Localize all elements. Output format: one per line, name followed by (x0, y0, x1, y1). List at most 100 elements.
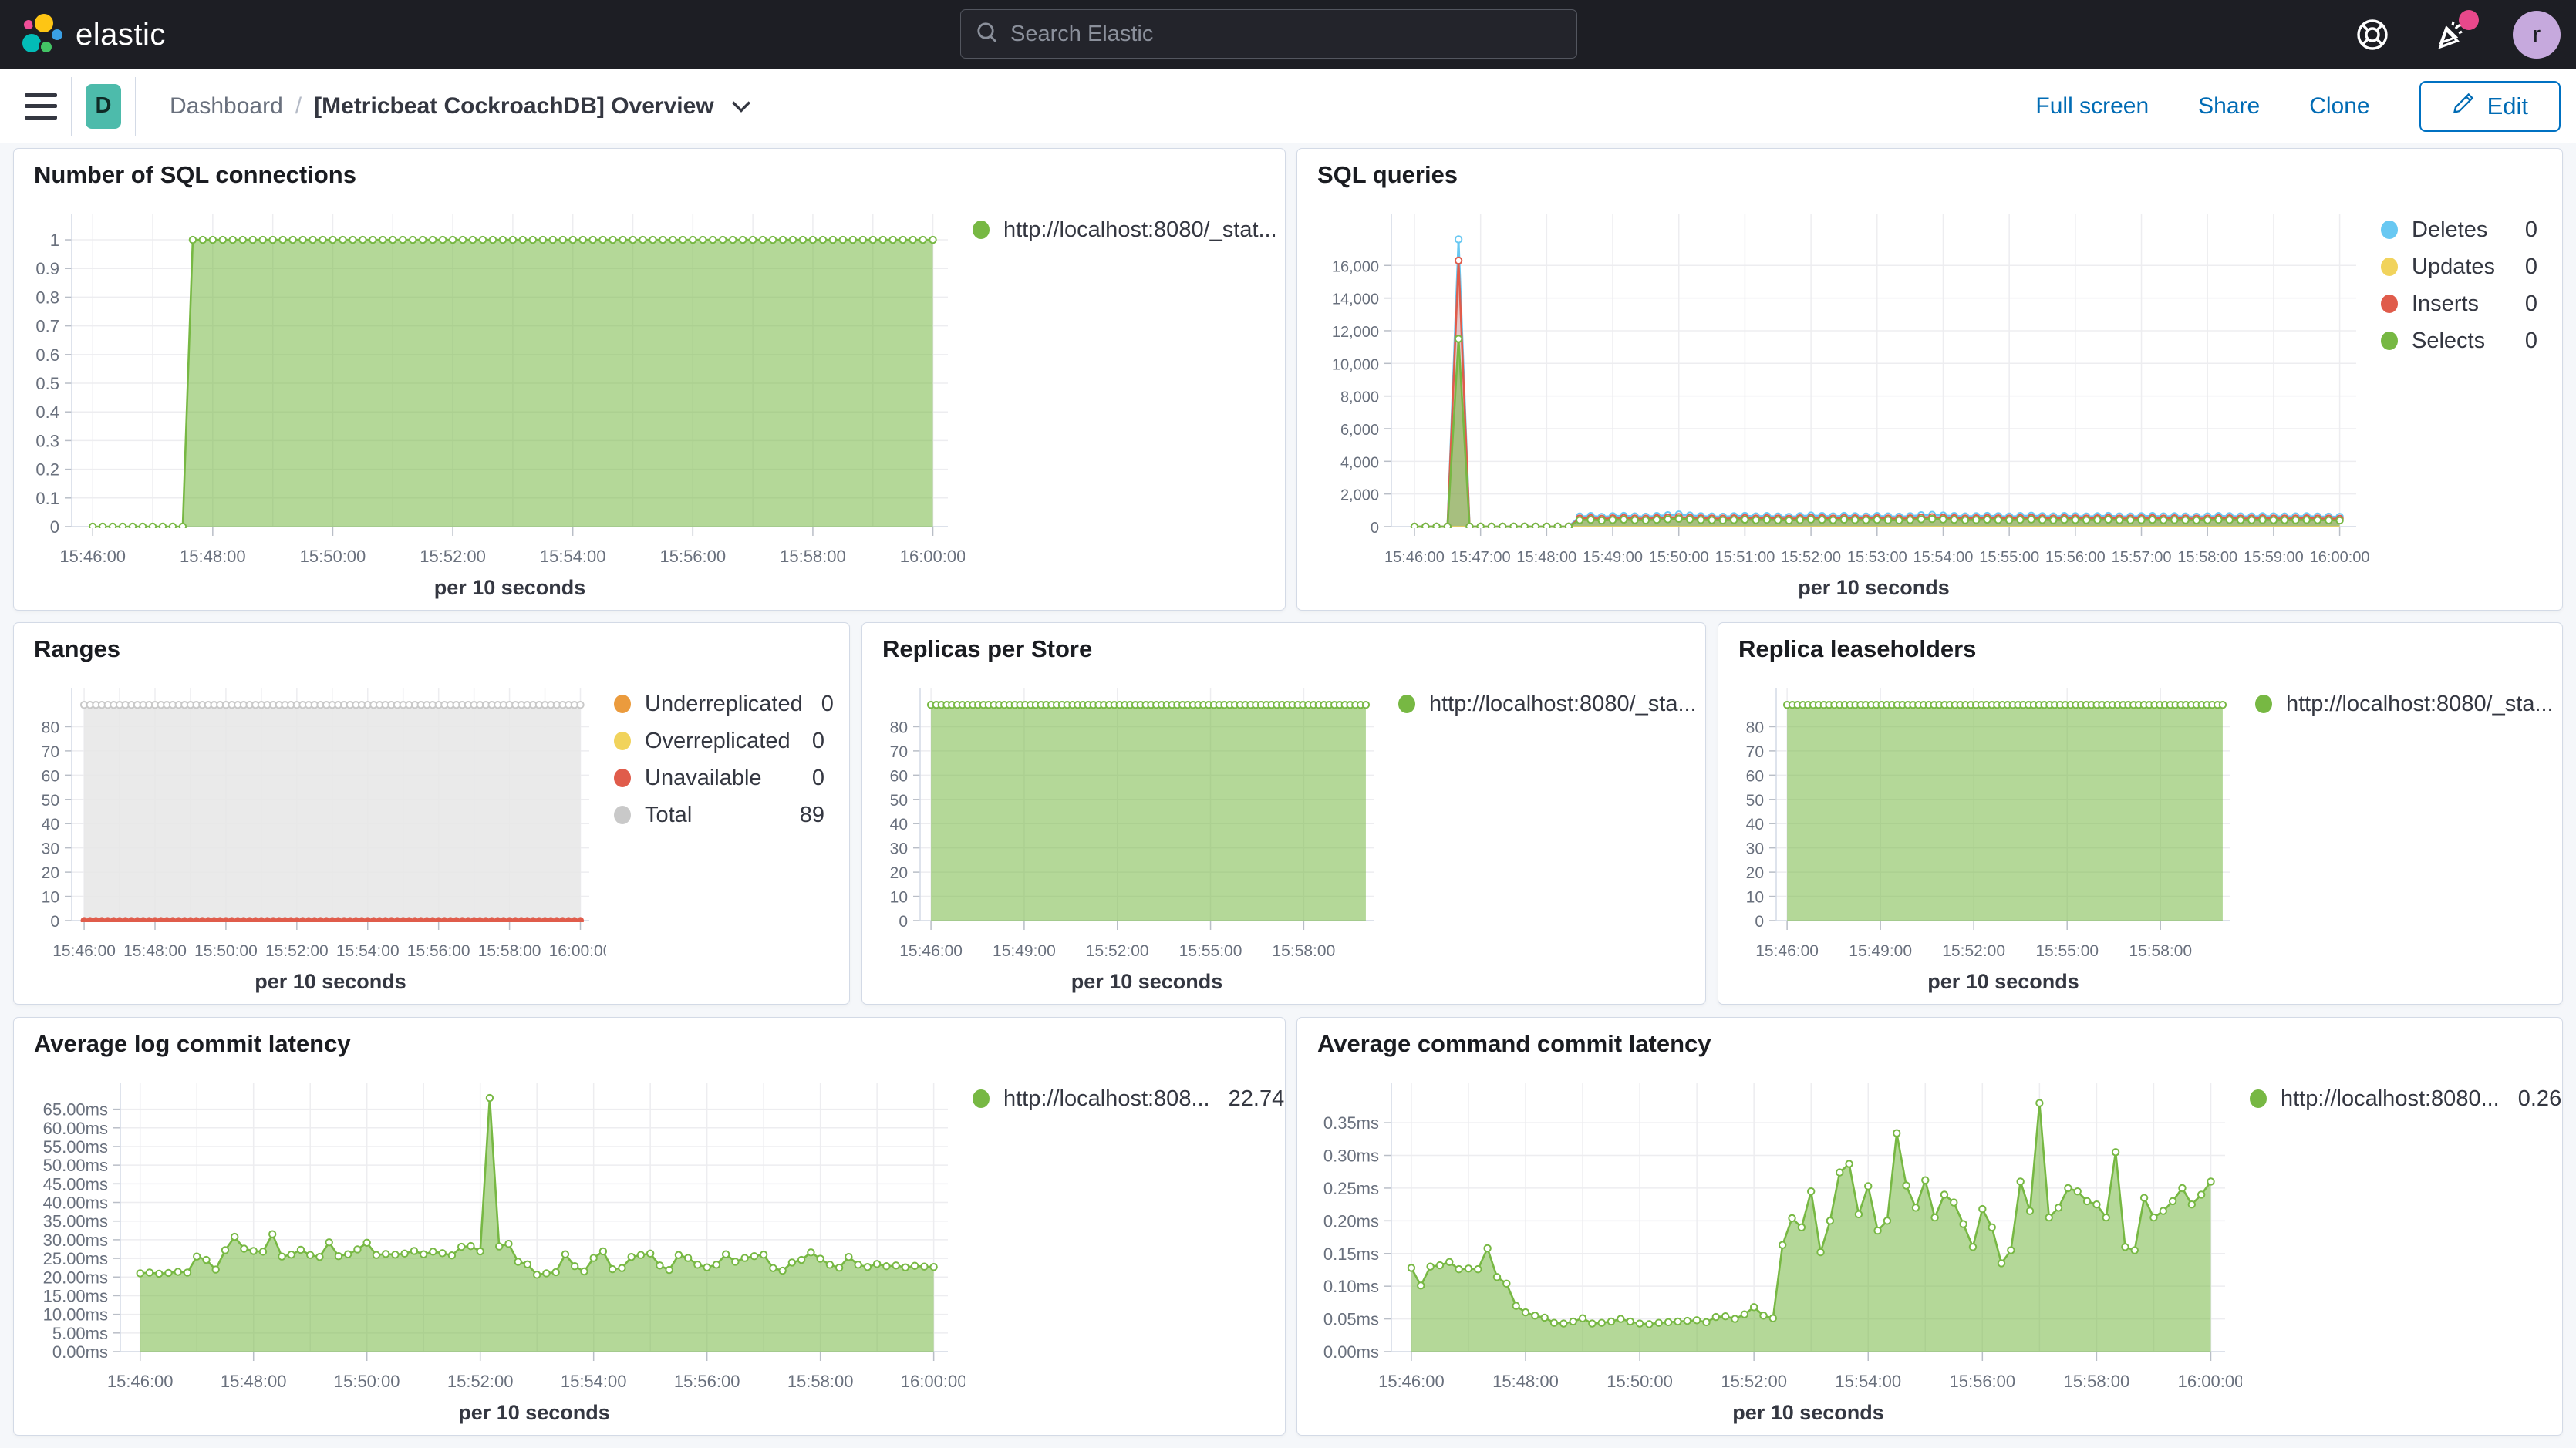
svg-text:40: 40 (42, 816, 59, 833)
legend-dot-icon (2381, 295, 2398, 313)
svg-text:50: 50 (1746, 792, 1764, 810)
svg-text:15:57:00: 15:57:00 (2112, 549, 2172, 566)
svg-text:0.6: 0.6 (35, 345, 59, 365)
svg-text:15:47:00: 15:47:00 (1451, 549, 1511, 566)
chart-ranges[interactable]: 0102030405060708015:46:0015:48:0015:50:0… (14, 668, 606, 1001)
legend-item[interactable]: Underreplicated0 (614, 691, 824, 717)
svg-text:15:46:00: 15:46:00 (1755, 942, 1819, 960)
svg-text:8,000: 8,000 (1340, 389, 1379, 406)
legend-dot-icon (2250, 1089, 2267, 1108)
legend-item[interactable]: Selects0 (2381, 328, 2537, 354)
svg-text:15:50:00: 15:50:00 (300, 547, 366, 566)
svg-text:15:54:00: 15:54:00 (561, 1372, 627, 1391)
svg-text:15:54:00: 15:54:00 (540, 547, 606, 566)
breadcrumb-dashboard[interactable]: Dashboard (170, 93, 283, 120)
legend-item[interactable]: http://localhost:808...22.74ms (973, 1086, 1260, 1112)
legend-label: Inserts (2412, 291, 2479, 317)
svg-text:20: 20 (42, 864, 59, 882)
chart-replicas_per_store[interactable]: 0102030405060708015:46:0015:49:0015:52:0… (862, 668, 1391, 1001)
svg-text:0.7: 0.7 (35, 317, 59, 336)
elastic-logo[interactable]: elastic (20, 13, 166, 56)
legend-value: 22.74ms (1210, 1086, 1286, 1112)
legend-item[interactable]: http://localhost:8080/_sta...89 (2255, 691, 2537, 717)
dashboard-badge[interactable]: D (86, 84, 121, 129)
legend-value: 0 (2507, 254, 2537, 280)
svg-text:0.05ms: 0.05ms (1323, 1310, 1379, 1329)
svg-text:15:56:00: 15:56:00 (1950, 1372, 2016, 1391)
legend-dot-icon (2381, 221, 2398, 239)
chart-legend: http://localhost:8080/_stat...1 (973, 217, 1260, 243)
svg-text:4,000: 4,000 (1340, 454, 1379, 471)
svg-text:15:58:00: 15:58:00 (787, 1372, 854, 1391)
svg-text:60: 60 (890, 767, 908, 785)
svg-text:15:46:00: 15:46:00 (899, 942, 963, 960)
svg-text:0.3: 0.3 (35, 431, 59, 450)
svg-text:6,000: 6,000 (1340, 422, 1379, 439)
chart-cmd_commit_latency[interactable]: 0.00ms0.05ms0.10ms0.15ms0.20ms0.25ms0.30… (1297, 1062, 2242, 1432)
clone-button[interactable]: Clone (2309, 93, 2369, 120)
svg-text:60: 60 (1746, 767, 1764, 785)
legend-item[interactable]: http://localhost:8080/_stat...1 (973, 217, 1260, 243)
search-input[interactable] (1010, 22, 1563, 47)
avatar[interactable]: r (2513, 11, 2561, 59)
legend-value: 0 (803, 692, 834, 717)
svg-text:20: 20 (890, 864, 908, 882)
svg-text:16:00:00: 16:00:00 (2178, 1372, 2242, 1391)
legend-item[interactable]: Updates0 (2381, 254, 2537, 280)
legend-item[interactable]: Deletes0 (2381, 217, 2537, 243)
svg-text:0.4: 0.4 (35, 402, 59, 422)
svg-text:per 10 seconds: per 10 seconds (1071, 970, 1223, 993)
chart-replica_leaseholders[interactable]: 0102030405060708015:46:0015:49:0015:52:0… (1718, 668, 2247, 1001)
panel-ranges: Ranges Underreplicated0Overreplicated0Un… (13, 622, 850, 1005)
svg-text:15:55:00: 15:55:00 (2035, 942, 2099, 960)
help-icon[interactable] (2352, 15, 2392, 55)
chevron-down-icon[interactable] (731, 93, 751, 120)
svg-text:10: 10 (890, 889, 908, 907)
legend-dot-icon (2255, 695, 2272, 713)
svg-text:15:58:00: 15:58:00 (780, 547, 846, 566)
full-screen-button[interactable]: Full screen (2035, 93, 2149, 120)
global-search[interactable] (960, 9, 1577, 59)
svg-text:15:52:00: 15:52:00 (420, 547, 486, 566)
chart-sql_connections[interactable]: 00.10.20.30.40.50.60.70.80.9115:46:0015:… (14, 194, 965, 607)
newsfeed-icon[interactable] (2433, 15, 2473, 55)
svg-text:15:58:00: 15:58:00 (2129, 942, 2192, 960)
share-button[interactable]: Share (2198, 93, 2260, 120)
legend-item[interactable]: Unavailable0 (614, 765, 824, 791)
svg-text:15:50:00: 15:50:00 (334, 1372, 400, 1391)
legend-item[interactable]: http://localhost:8080...0.26ms (2250, 1086, 2537, 1112)
panel-average-command-commit-latency: Average command commit latency http://lo… (1296, 1017, 2563, 1436)
panel-number-of-sql-connections: Number of SQL connections http://localho… (13, 148, 1286, 611)
svg-text:15:52:00: 15:52:00 (1942, 942, 2005, 960)
svg-text:16:00:00: 16:00:00 (901, 1372, 965, 1391)
svg-text:15:50:00: 15:50:00 (1649, 549, 1709, 566)
legend-value: 0 (2507, 291, 2537, 317)
page-title: [Metricbeat CockroachDB] Overview (314, 93, 714, 120)
top-navigation-bar: elastic r (0, 0, 2576, 69)
legend-item[interactable]: Total89 (614, 802, 824, 828)
svg-text:55.00ms: 55.00ms (43, 1137, 108, 1157)
svg-text:per 10 seconds: per 10 seconds (434, 576, 586, 599)
edit-button[interactable]: Edit (2419, 81, 2561, 132)
chart-log_commit_latency[interactable]: 0.00ms5.00ms10.00ms15.00ms20.00ms25.00ms… (14, 1062, 965, 1432)
svg-text:15:52:00: 15:52:00 (265, 942, 329, 960)
svg-text:15:49:00: 15:49:00 (1583, 549, 1643, 566)
legend-label: Deletes (2412, 217, 2487, 243)
legend-label: http://localhost:808... (1003, 1086, 1210, 1112)
legend-item[interactable]: Inserts 0 (2381, 291, 2537, 317)
svg-text:15:55:00: 15:55:00 (1179, 942, 1242, 960)
svg-text:60.00ms: 60.00ms (43, 1119, 108, 1138)
svg-text:30: 30 (890, 840, 908, 858)
chart-sql_queries[interactable]: 02,0004,0006,0008,00010,00012,00014,0001… (1297, 194, 2373, 607)
legend-label: Selects (2412, 328, 2485, 354)
panel-replica-leaseholders: Replica leaseholders http://localhost:80… (1718, 622, 2563, 1005)
menu-icon[interactable] (25, 93, 57, 120)
legend-item[interactable]: Overreplicated0 (614, 728, 824, 754)
svg-text:0: 0 (1755, 913, 1764, 931)
svg-text:per 10 seconds: per 10 seconds (1798, 576, 1950, 599)
legend-item[interactable]: http://localhost:8080/_sta...89 (1398, 691, 1681, 717)
chart-legend: http://localhost:8080/_sta...89 (1398, 691, 1681, 717)
svg-text:0.00ms: 0.00ms (1323, 1342, 1379, 1362)
legend-dot-icon (1398, 695, 1415, 713)
chart-legend: Deletes0Updates0Inserts0Selects0 (2381, 217, 2537, 354)
